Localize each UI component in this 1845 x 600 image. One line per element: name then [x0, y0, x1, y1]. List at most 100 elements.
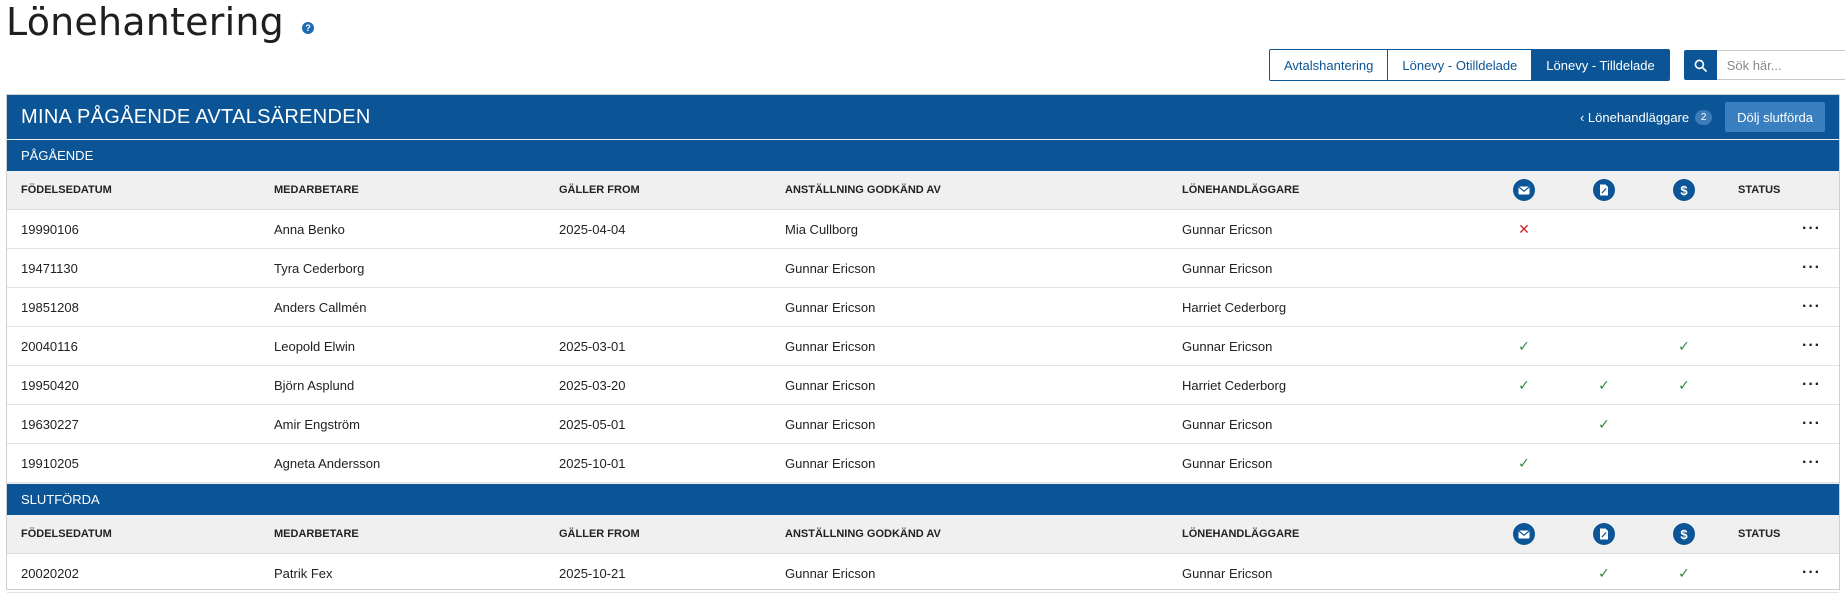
cell-valid-from — [545, 248, 771, 288]
status-cell: ··· — [1724, 287, 1839, 327]
mail-status — [1484, 287, 1564, 327]
more-options-icon[interactable]: ··· — [1802, 259, 1821, 276]
cell-employee: Anna Benko — [260, 209, 545, 249]
cell-valid-from — [545, 287, 771, 327]
table-row[interactable]: 19990106 Anna Benko 2025-04-04 Mia Cullborg… — [7, 209, 1839, 249]
col-doc — [1564, 171, 1644, 210]
cell-handler: Harriet Cederborg — [1168, 365, 1484, 405]
col-handler[interactable]: LÖNEHANDLÄGGARE — [1168, 515, 1484, 554]
pay-status: ✓ — [1644, 365, 1724, 405]
check-icon: ✓ — [1598, 564, 1610, 581]
col-status[interactable]: STATUS — [1724, 171, 1839, 210]
col-valid-from[interactable]: GÄLLER FROM — [545, 171, 771, 210]
more-options-icon[interactable]: ··· — [1802, 298, 1821, 315]
document-icon — [1593, 179, 1615, 201]
table-row[interactable]: 19851208 Anders Callmén Gunnar Ericson Harr… — [7, 287, 1839, 327]
check-icon: ✓ — [1598, 415, 1610, 432]
tab-lonevy-tilldelade[interactable]: Lönevy - Tilldelade — [1532, 50, 1669, 80]
cell-approved-by: Gunnar Ericson — [771, 443, 1168, 483]
cell-valid-from: 2025-03-01 — [545, 326, 771, 366]
panel-header: MINA PÅGÅENDE AVTALSÄRENDEN ‹ Lönehandlä… — [7, 95, 1839, 139]
cell-handler: Gunnar Ericson — [1168, 553, 1484, 593]
col-employee[interactable]: MEDARBETARE — [260, 171, 545, 210]
handlers-toggle[interactable]: ‹ Lönehandläggare 2 — [1580, 109, 1713, 125]
col-mail — [1484, 515, 1564, 554]
pay-status: ✓ — [1644, 553, 1724, 593]
doc-status — [1564, 287, 1644, 327]
cell-birth: 20020202 — [7, 553, 260, 593]
col-approved-by[interactable]: ANSTÄLLNING GODKÄND AV — [771, 515, 1168, 554]
doc-status: ✓ — [1564, 365, 1644, 405]
cell-valid-from: 2025-05-01 — [545, 404, 771, 444]
cell-valid-from: 2025-10-01 — [545, 443, 771, 483]
cell-employee: Amir Engström — [260, 404, 545, 444]
table-row[interactable]: 19950420 Björn Asplund 2025-03-20 Gunnar Er… — [7, 365, 1839, 405]
doc-status — [1564, 209, 1644, 249]
table-row[interactable]: 19630227 Amir Engström 2025-05-01 Gunnar Er… — [7, 404, 1839, 444]
mail-status — [1484, 404, 1564, 444]
more-options-icon[interactable]: ··· — [1802, 376, 1821, 393]
check-icon: ✓ — [1678, 564, 1690, 581]
cases-panel: MINA PÅGÅENDE AVTALSÄRENDEN ‹ Lönehandlä… — [6, 94, 1840, 593]
more-options-icon[interactable]: ··· — [1802, 564, 1821, 581]
view-tabs: Avtalshantering Lönevy - Otilldelade Lön… — [1269, 49, 1670, 81]
cell-approved-by: Gunnar Ericson — [771, 287, 1168, 327]
doc-status — [1564, 248, 1644, 288]
more-options-icon[interactable]: ··· — [1802, 454, 1821, 471]
search-icon — [1694, 59, 1707, 72]
more-options-icon[interactable]: ··· — [1802, 220, 1821, 237]
envelope-icon — [1513, 523, 1535, 545]
tab-lonevy-otilldelade[interactable]: Lönevy - Otilldelade — [1388, 50, 1533, 80]
check-icon: ✓ — [1678, 337, 1690, 354]
dollar-icon: $ — [1673, 179, 1695, 201]
envelope-icon — [1513, 179, 1535, 201]
cell-approved-by: Gunnar Ericson — [771, 404, 1168, 444]
mail-status: ✕ — [1484, 209, 1564, 249]
help-icon[interactable]: ? — [301, 22, 314, 34]
cell-valid-from: 2025-03-20 — [545, 365, 771, 405]
hide-finished-button[interactable]: Dölj slutförda — [1725, 102, 1825, 132]
search-button[interactable] — [1683, 50, 1717, 80]
check-icon: ✓ — [1598, 376, 1610, 393]
status-cell: ··· — [1724, 326, 1839, 366]
cell-handler: Gunnar Ericson — [1168, 248, 1484, 288]
table-row[interactable]: 19471130 Tyra Cederborg Gunnar Ericson Gunn… — [7, 248, 1839, 288]
col-employee[interactable]: MEDARBETARE — [260, 515, 545, 554]
search-input[interactable] — [1716, 50, 1845, 80]
doc-status: ✓ — [1564, 553, 1644, 593]
status-cell: ··· — [1724, 443, 1839, 483]
col-handler[interactable]: LÖNEHANDLÄGGARE — [1168, 171, 1484, 210]
cell-approved-by: Gunnar Ericson — [771, 248, 1168, 288]
col-mail — [1484, 171, 1564, 210]
cell-employee: Björn Asplund — [260, 365, 545, 405]
cell-handler: Harriet Cederborg — [1168, 287, 1484, 327]
status-cell: ··· — [1724, 365, 1839, 405]
col-birth[interactable]: FÖDELSEDATUM — [7, 171, 260, 210]
ongoing-table: FÖDELSEDATUM MEDARBETARE GÄLLER FROM ANS… — [7, 171, 1839, 483]
col-status[interactable]: STATUS — [1724, 515, 1839, 554]
cell-valid-from: 2025-04-04 — [545, 209, 771, 249]
more-options-icon[interactable]: ··· — [1802, 415, 1821, 432]
mail-status — [1484, 553, 1564, 593]
doc-status: ✓ — [1564, 404, 1644, 444]
col-approved-by[interactable]: ANSTÄLLNING GODKÄND AV — [771, 171, 1168, 210]
table-row[interactable]: 19910205 Agneta Andersson 2025-10-01 Gunnar… — [7, 443, 1839, 483]
col-valid-from[interactable]: GÄLLER FROM — [545, 515, 771, 554]
cell-employee: Agneta Andersson — [260, 443, 545, 483]
cell-birth: 19910205 — [7, 443, 260, 483]
more-options-icon[interactable]: ··· — [1802, 337, 1821, 354]
document-icon — [1593, 523, 1615, 545]
table-row[interactable]: 20040116 Leopold Elwin 2025-03-01 Gunnar Er… — [7, 326, 1839, 366]
cross-icon: ✕ — [1518, 220, 1530, 237]
search — [1683, 50, 1845, 80]
pay-status: ✓ — [1644, 326, 1724, 366]
cell-employee: Patrik Fex — [260, 553, 545, 593]
table-row[interactable]: 20020202 Patrik Fex 2025-10-21 Gunnar Erics… — [7, 553, 1839, 593]
cell-birth: 19471130 — [7, 248, 260, 288]
col-pay: $ — [1644, 171, 1724, 210]
cell-employee: Anders Callmén — [260, 287, 545, 327]
doc-status — [1564, 326, 1644, 366]
tab-avtalshantering[interactable]: Avtalshantering — [1270, 50, 1389, 80]
table-header-row: FÖDELSEDATUM MEDARBETARE GÄLLER FROM ANS… — [7, 171, 1839, 210]
col-birth[interactable]: FÖDELSEDATUM — [7, 515, 260, 554]
